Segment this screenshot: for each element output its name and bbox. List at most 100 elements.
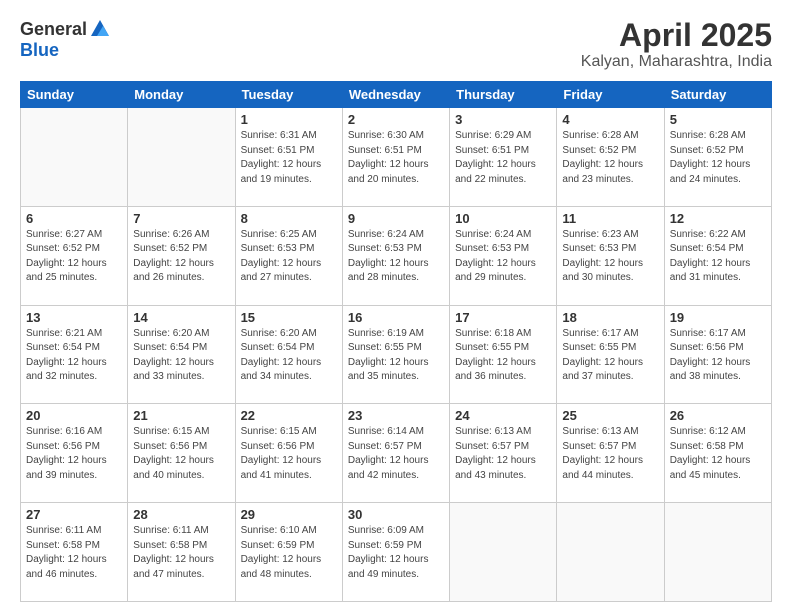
day-info: Sunrise: 6:16 AMSunset: 6:56 PMDaylight:… [26, 425, 122, 483]
day-number: 25 [562, 408, 658, 423]
calendar-cell: 22 Sunrise: 6:15 AMSunset: 6:56 PMDayligh… [235, 404, 342, 503]
day-number: 5 [670, 112, 766, 127]
day-number: 14 [133, 310, 229, 325]
day-info: Sunrise: 6:28 AMSunset: 6:52 PMDaylight:… [562, 129, 658, 187]
week-row-2: 6Sunrise: 6:27 AMSunset: 6:52 PMDaylight… [21, 206, 772, 305]
day-number: 17 [455, 310, 551, 325]
day-number: 21 [133, 408, 229, 423]
calendar-cell: 27 Sunrise: 6:11 AMSunset: 6:58 PMDayligh… [21, 503, 128, 602]
calendar: SundayMondayTuesdayWednesdayThursdayFrid… [20, 81, 772, 602]
page: General Blue April 2025 Kalyan, Maharash… [0, 0, 792, 612]
day-number: 9 [348, 211, 444, 226]
day-number: 16 [348, 310, 444, 325]
day-info: Sunrise: 6:13 AMSunset: 6:57 PMDaylight:… [562, 425, 658, 483]
week-row-4: 20Sunrise: 6:16 AMSunset: 6:56 PMDayligh… [21, 404, 772, 503]
day-info: Sunrise: 6:11 AMSunset: 6:58 PMDaylight:… [133, 524, 229, 582]
day-info: Sunrise: 6:23 AMSunset: 6:53 PMDaylight:… [562, 228, 658, 286]
day-info: Sunrise: 6:15 AMSunset: 6:56 PMDaylight:… [133, 425, 229, 483]
week-row-3: 13Sunrise: 6:21 AMSunset: 6:54 PMDayligh… [21, 305, 772, 404]
day-info: Sunrise: 6:20 AMSunset: 6:54 PMDaylight:… [133, 327, 229, 385]
day-info: Sunrise: 6:09 AMSunset: 6:59 PMDaylight:… [348, 524, 444, 582]
weekday-header-wednesday: Wednesday [342, 82, 449, 108]
week-row-5: 27 Sunrise: 6:11 AMSunset: 6:58 PMDayligh… [21, 503, 772, 602]
day-number: 28 [133, 507, 229, 522]
day-number: 2 [348, 112, 444, 127]
calendar-cell: 16Sunrise: 6:19 AMSunset: 6:55 PMDayligh… [342, 305, 449, 404]
calendar-cell: 28 Sunrise: 6:11 AMSunset: 6:58 PMDayligh… [128, 503, 235, 602]
day-number: 15 [241, 310, 337, 325]
weekday-header-monday: Monday [128, 82, 235, 108]
day-number: 6 [26, 211, 122, 226]
day-number: 23 [348, 408, 444, 423]
day-number: 3 [455, 112, 551, 127]
calendar-cell: 8 Sunrise: 6:25 AMSunset: 6:53 PMDaylight… [235, 206, 342, 305]
day-number: 22 [241, 408, 337, 423]
weekday-header-row: SundayMondayTuesdayWednesdayThursdayFrid… [21, 82, 772, 108]
weekday-header-saturday: Saturday [664, 82, 771, 108]
day-number: 29 [241, 507, 337, 522]
calendar-cell: 19 Sunrise: 6:17 AMSunset: 6:56 PMDayligh… [664, 305, 771, 404]
calendar-cell: 2 Sunrise: 6:30 AMSunset: 6:51 PMDaylight… [342, 108, 449, 207]
logo: General Blue [20, 18, 111, 61]
day-number: 7 [133, 211, 229, 226]
subtitle: Kalyan, Maharashtra, India [581, 53, 772, 71]
day-info: Sunrise: 6:30 AMSunset: 6:51 PMDaylight:… [348, 129, 444, 187]
calendar-cell: 6Sunrise: 6:27 AMSunset: 6:52 PMDaylight… [21, 206, 128, 305]
weekday-header-sunday: Sunday [21, 82, 128, 108]
calendar-cell: 25 Sunrise: 6:13 AMSunset: 6:57 PMDayligh… [557, 404, 664, 503]
day-number: 8 [241, 211, 337, 226]
calendar-cell [664, 503, 771, 602]
calendar-cell: 3 Sunrise: 6:29 AMSunset: 6:51 PMDaylight… [450, 108, 557, 207]
calendar-cell: 12Sunrise: 6:22 AMSunset: 6:54 PMDayligh… [664, 206, 771, 305]
calendar-cell [21, 108, 128, 207]
day-number: 19 [670, 310, 766, 325]
weekday-header-tuesday: Tuesday [235, 82, 342, 108]
day-number: 10 [455, 211, 551, 226]
week-row-1: 1 Sunrise: 6:31 AMSunset: 6:51 PMDaylight… [21, 108, 772, 207]
calendar-cell: 5 Sunrise: 6:28 AMSunset: 6:52 PMDaylight… [664, 108, 771, 207]
calendar-cell: 10 Sunrise: 6:24 AMSunset: 6:53 PMDayligh… [450, 206, 557, 305]
day-number: 26 [670, 408, 766, 423]
day-number: 12 [670, 211, 766, 226]
day-info: Sunrise: 6:14 AMSunset: 6:57 PMDaylight:… [348, 425, 444, 483]
day-info: Sunrise: 6:25 AMSunset: 6:53 PMDaylight:… [241, 228, 337, 286]
calendar-cell: 9Sunrise: 6:24 AMSunset: 6:53 PMDaylight… [342, 206, 449, 305]
day-info: Sunrise: 6:18 AMSunset: 6:55 PMDaylight:… [455, 327, 551, 385]
weekday-header-thursday: Thursday [450, 82, 557, 108]
calendar-cell: 23 Sunrise: 6:14 AMSunset: 6:57 PMDayligh… [342, 404, 449, 503]
header: General Blue April 2025 Kalyan, Maharash… [20, 18, 772, 71]
calendar-cell [450, 503, 557, 602]
calendar-cell: 26 Sunrise: 6:12 AMSunset: 6:58 PMDayligh… [664, 404, 771, 503]
day-info: Sunrise: 6:28 AMSunset: 6:52 PMDaylight:… [670, 129, 766, 187]
day-number: 1 [241, 112, 337, 127]
day-info: Sunrise: 6:17 AMSunset: 6:55 PMDaylight:… [562, 327, 658, 385]
day-number: 18 [562, 310, 658, 325]
calendar-cell: 17 Sunrise: 6:18 AMSunset: 6:55 PMDayligh… [450, 305, 557, 404]
calendar-cell: 15 Sunrise: 6:20 AMSunset: 6:54 PMDayligh… [235, 305, 342, 404]
day-info: Sunrise: 6:12 AMSunset: 6:58 PMDaylight:… [670, 425, 766, 483]
day-info: Sunrise: 6:20 AMSunset: 6:54 PMDaylight:… [241, 327, 337, 385]
title-block: April 2025 Kalyan, Maharashtra, India [581, 18, 772, 71]
logo-icon [89, 18, 111, 40]
day-number: 4 [562, 112, 658, 127]
day-info: Sunrise: 6:11 AMSunset: 6:58 PMDaylight:… [26, 524, 122, 582]
day-info: Sunrise: 6:17 AMSunset: 6:56 PMDaylight:… [670, 327, 766, 385]
day-info: Sunrise: 6:26 AMSunset: 6:52 PMDaylight:… [133, 228, 229, 286]
day-info: Sunrise: 6:15 AMSunset: 6:56 PMDaylight:… [241, 425, 337, 483]
day-info: Sunrise: 6:24 AMSunset: 6:53 PMDaylight:… [455, 228, 551, 286]
day-number: 27 [26, 507, 122, 522]
main-title: April 2025 [581, 18, 772, 53]
logo-blue-text: Blue [20, 40, 59, 61]
calendar-cell: 29Sunrise: 6:10 AMSunset: 6:59 PMDayligh… [235, 503, 342, 602]
calendar-cell: 18 Sunrise: 6:17 AMSunset: 6:55 PMDayligh… [557, 305, 664, 404]
day-info: Sunrise: 6:31 AMSunset: 6:51 PMDaylight:… [241, 129, 337, 187]
calendar-cell: 14 Sunrise: 6:20 AMSunset: 6:54 PMDayligh… [128, 305, 235, 404]
day-info: Sunrise: 6:13 AMSunset: 6:57 PMDaylight:… [455, 425, 551, 483]
calendar-cell: 7 Sunrise: 6:26 AMSunset: 6:52 PMDaylight… [128, 206, 235, 305]
calendar-cell: 4 Sunrise: 6:28 AMSunset: 6:52 PMDaylight… [557, 108, 664, 207]
calendar-cell: 11Sunrise: 6:23 AMSunset: 6:53 PMDayligh… [557, 206, 664, 305]
day-number: 30 [348, 507, 444, 522]
calendar-cell [557, 503, 664, 602]
calendar-cell [128, 108, 235, 207]
day-info: Sunrise: 6:29 AMSunset: 6:51 PMDaylight:… [455, 129, 551, 187]
